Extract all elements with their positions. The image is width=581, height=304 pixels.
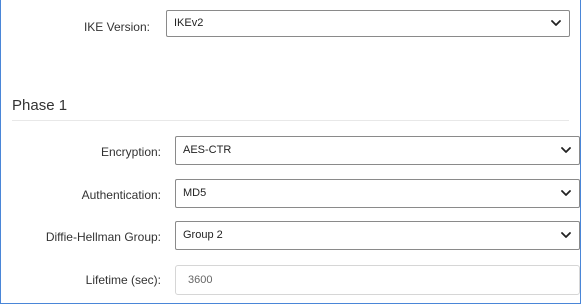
authentication-label: Authentication: bbox=[81, 188, 161, 202]
section-divider bbox=[12, 120, 569, 121]
lifetime-input[interactable]: 3600 bbox=[175, 265, 580, 295]
section-title-phase-1: Phase 1 bbox=[12, 97, 68, 114]
dh-group-select[interactable]: Group 2 bbox=[175, 221, 580, 250]
chevron-down-icon bbox=[561, 222, 571, 249]
encryption-select[interactable]: AES-CTR bbox=[175, 136, 580, 165]
lifetime-label: Lifetime (sec): bbox=[85, 273, 161, 287]
ike-version-label: IKE Version: bbox=[83, 20, 150, 34]
encryption-label: Encryption: bbox=[100, 145, 161, 159]
chevron-down-icon bbox=[561, 180, 571, 207]
ike-version-value: IKEv2 bbox=[174, 17, 204, 29]
dh-group-value: Group 2 bbox=[183, 229, 223, 241]
authentication-value: MD5 bbox=[183, 187, 207, 199]
lifetime-value: 3600 bbox=[188, 274, 213, 286]
dh-group-label: Diffie-Hellman Group: bbox=[45, 230, 161, 244]
chevron-down-icon bbox=[561, 137, 571, 164]
encryption-value: AES-CTR bbox=[183, 144, 232, 156]
ike-version-select[interactable]: IKEv2 bbox=[166, 10, 570, 37]
authentication-select[interactable]: MD5 bbox=[175, 179, 580, 208]
chevron-down-icon bbox=[551, 11, 561, 36]
